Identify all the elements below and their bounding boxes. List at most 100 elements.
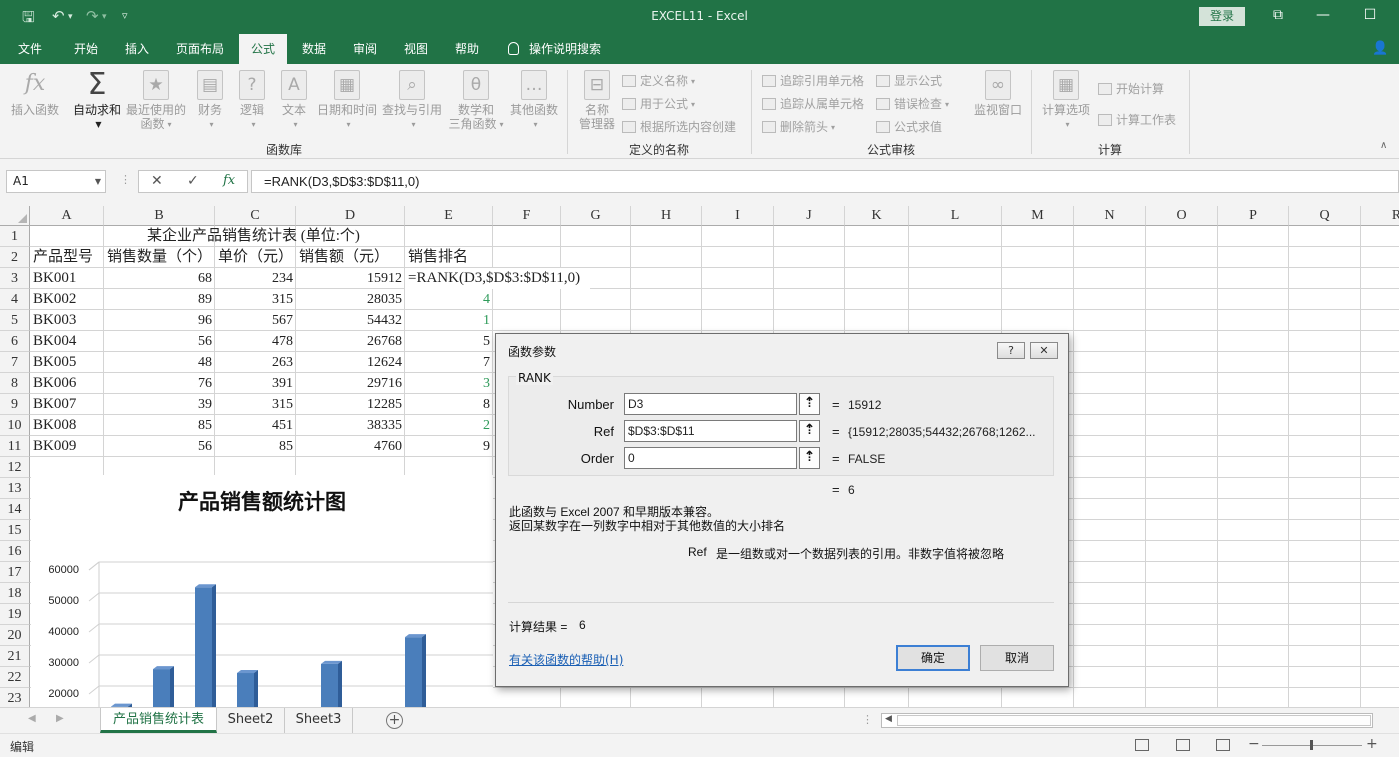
row-header[interactable]: 13: [0, 478, 30, 499]
column-header[interactable]: F: [493, 206, 561, 226]
select-all-corner[interactable]: [0, 206, 30, 226]
row-header[interactable]: 12: [0, 457, 30, 478]
zoom-out-icon[interactable]: −: [1248, 736, 1260, 752]
scrollbar-thumb[interactable]: [897, 715, 1371, 726]
value-cell[interactable]: 56: [104, 331, 215, 352]
calculate-sheet-button[interactable]: 计算工作表: [1098, 111, 1176, 128]
text-button[interactable]: A 文本 ▾: [276, 70, 312, 132]
column-header[interactable]: O: [1146, 206, 1218, 226]
column-header[interactable]: E: [405, 206, 493, 226]
value-cell[interactable]: 39: [104, 394, 215, 415]
value-cell[interactable]: 1: [405, 310, 493, 331]
normal-view-icon[interactable]: [1135, 739, 1149, 751]
arg-number-input[interactable]: D3: [624, 393, 797, 415]
value-cell[interactable]: 478: [215, 331, 296, 352]
editing-formula-cell[interactable]: =RANK(D3,$D$3:$D$11,0): [405, 268, 590, 289]
zoom-in-icon[interactable]: +: [1366, 736, 1378, 752]
product-id-cell[interactable]: BK006: [30, 373, 104, 394]
chevron-down-icon[interactable]: ▼: [95, 171, 101, 192]
error-checking-button[interactable]: 错误检查 ▾: [876, 95, 949, 112]
tab-review[interactable]: 审阅: [351, 34, 379, 64]
share-icon[interactable]: 👤: [1372, 41, 1388, 56]
value-cell[interactable]: 26768: [296, 331, 405, 352]
value-cell[interactable]: 85: [104, 415, 215, 436]
value-cell[interactable]: 48: [104, 352, 215, 373]
sheet-tab-sheet2[interactable]: Sheet2: [217, 708, 285, 733]
value-cell[interactable]: 2: [405, 415, 493, 436]
row-header[interactable]: 11: [0, 436, 30, 457]
column-header[interactable]: L: [909, 206, 1002, 226]
value-cell[interactable]: 9: [405, 436, 493, 457]
row-header[interactable]: 20: [0, 625, 30, 646]
tab-file[interactable]: 文件: [16, 34, 44, 64]
row-header[interactable]: 4: [0, 289, 30, 310]
lookup-button[interactable]: ⌕ 查找与引用 ▾: [380, 70, 444, 132]
splitter-icon[interactable]: ⋮: [862, 713, 873, 726]
row-header[interactable]: 21: [0, 646, 30, 667]
ok-button[interactable]: 确定: [896, 645, 970, 671]
dialog-help-button[interactable]: ?: [997, 342, 1025, 359]
maximize-icon[interactable]: ☐: [1355, 7, 1385, 23]
column-header[interactable]: H: [631, 206, 702, 226]
ribbon-display-options-icon[interactable]: ⧉: [1263, 7, 1293, 23]
evaluate-formula-button[interactable]: 公式求值: [876, 118, 942, 135]
tab-insert[interactable]: 插入: [123, 34, 151, 64]
row-header[interactable]: 19: [0, 604, 30, 625]
remove-arrows-button[interactable]: 删除箭头 ▾: [762, 118, 835, 135]
arg-order-input[interactable]: 0: [624, 447, 797, 469]
collapse-dialog-icon[interactable]: ⇡: [799, 393, 820, 415]
product-id-cell[interactable]: BK008: [30, 415, 104, 436]
value-cell[interactable]: 15912: [296, 268, 405, 289]
page-layout-view-icon[interactable]: [1176, 739, 1190, 751]
add-sheet-button[interactable]: +: [386, 712, 403, 729]
tab-help[interactable]: 帮助: [453, 34, 481, 64]
row-header[interactable]: 1: [0, 226, 30, 247]
value-cell[interactable]: 56: [104, 436, 215, 457]
header-cell[interactable]: 销售排名: [405, 247, 495, 268]
column-header[interactable]: G: [561, 206, 631, 226]
name-box[interactable]: A1 ▼: [6, 170, 106, 193]
value-cell[interactable]: 7: [405, 352, 493, 373]
column-header[interactable]: P: [1218, 206, 1289, 226]
column-header[interactable]: K: [845, 206, 909, 226]
value-cell[interactable]: 3: [405, 373, 493, 394]
row-header[interactable]: 14: [0, 499, 30, 520]
row-header[interactable]: 18: [0, 583, 30, 604]
calculation-options-button[interactable]: ▦ 计算选项 ▾: [1038, 70, 1094, 132]
trace-precedents-button[interactable]: 追踪引用单元格: [762, 72, 864, 89]
product-id-cell[interactable]: BK007: [30, 394, 104, 415]
value-cell[interactable]: 54432: [296, 310, 405, 331]
header-cell[interactable]: 销售数量（个）: [104, 247, 217, 268]
header-cell[interactable]: 产品型号: [30, 247, 106, 268]
row-header[interactable]: 23: [0, 688, 30, 707]
value-cell[interactable]: 263: [215, 352, 296, 373]
column-header[interactable]: R: [1361, 206, 1399, 226]
tab-home[interactable]: 开始: [72, 34, 100, 64]
value-cell[interactable]: 76: [104, 373, 215, 394]
column-header[interactable]: J: [774, 206, 845, 226]
row-header[interactable]: 7: [0, 352, 30, 373]
value-cell[interactable]: 38335: [296, 415, 405, 436]
value-cell[interactable]: 12624: [296, 352, 405, 373]
product-id-cell[interactable]: BK005: [30, 352, 104, 373]
financial-button[interactable]: ▤ 财务 ▾: [192, 70, 228, 132]
value-cell[interactable]: 12285: [296, 394, 405, 415]
value-cell[interactable]: 28035: [296, 289, 405, 310]
insert-function-button[interactable]: fx 插入函数: [6, 70, 64, 117]
math-trig-button[interactable]: θ 数学和 三角函数 ▾: [444, 70, 508, 132]
login-button[interactable]: 登录: [1199, 7, 1245, 26]
arg-ref-input[interactable]: $D$3:$D$11: [624, 420, 797, 442]
row-header[interactable]: 15: [0, 520, 30, 541]
zoom-slider-thumb[interactable]: [1310, 740, 1313, 750]
row-header[interactable]: 22: [0, 667, 30, 688]
row-header[interactable]: 2: [0, 247, 30, 268]
value-cell[interactable]: 234: [215, 268, 296, 289]
column-header[interactable]: B: [104, 206, 215, 226]
autosum-button[interactable]: Σ 自动求和 ▼: [70, 70, 124, 132]
row-header[interactable]: 10: [0, 415, 30, 436]
column-header[interactable]: A: [30, 206, 104, 226]
trace-dependents-button[interactable]: 追踪从属单元格: [762, 95, 864, 112]
product-id-cell[interactable]: BK003: [30, 310, 104, 331]
more-functions-button[interactable]: … 其他函数 ▾: [506, 70, 562, 132]
value-cell[interactable]: 85: [215, 436, 296, 457]
